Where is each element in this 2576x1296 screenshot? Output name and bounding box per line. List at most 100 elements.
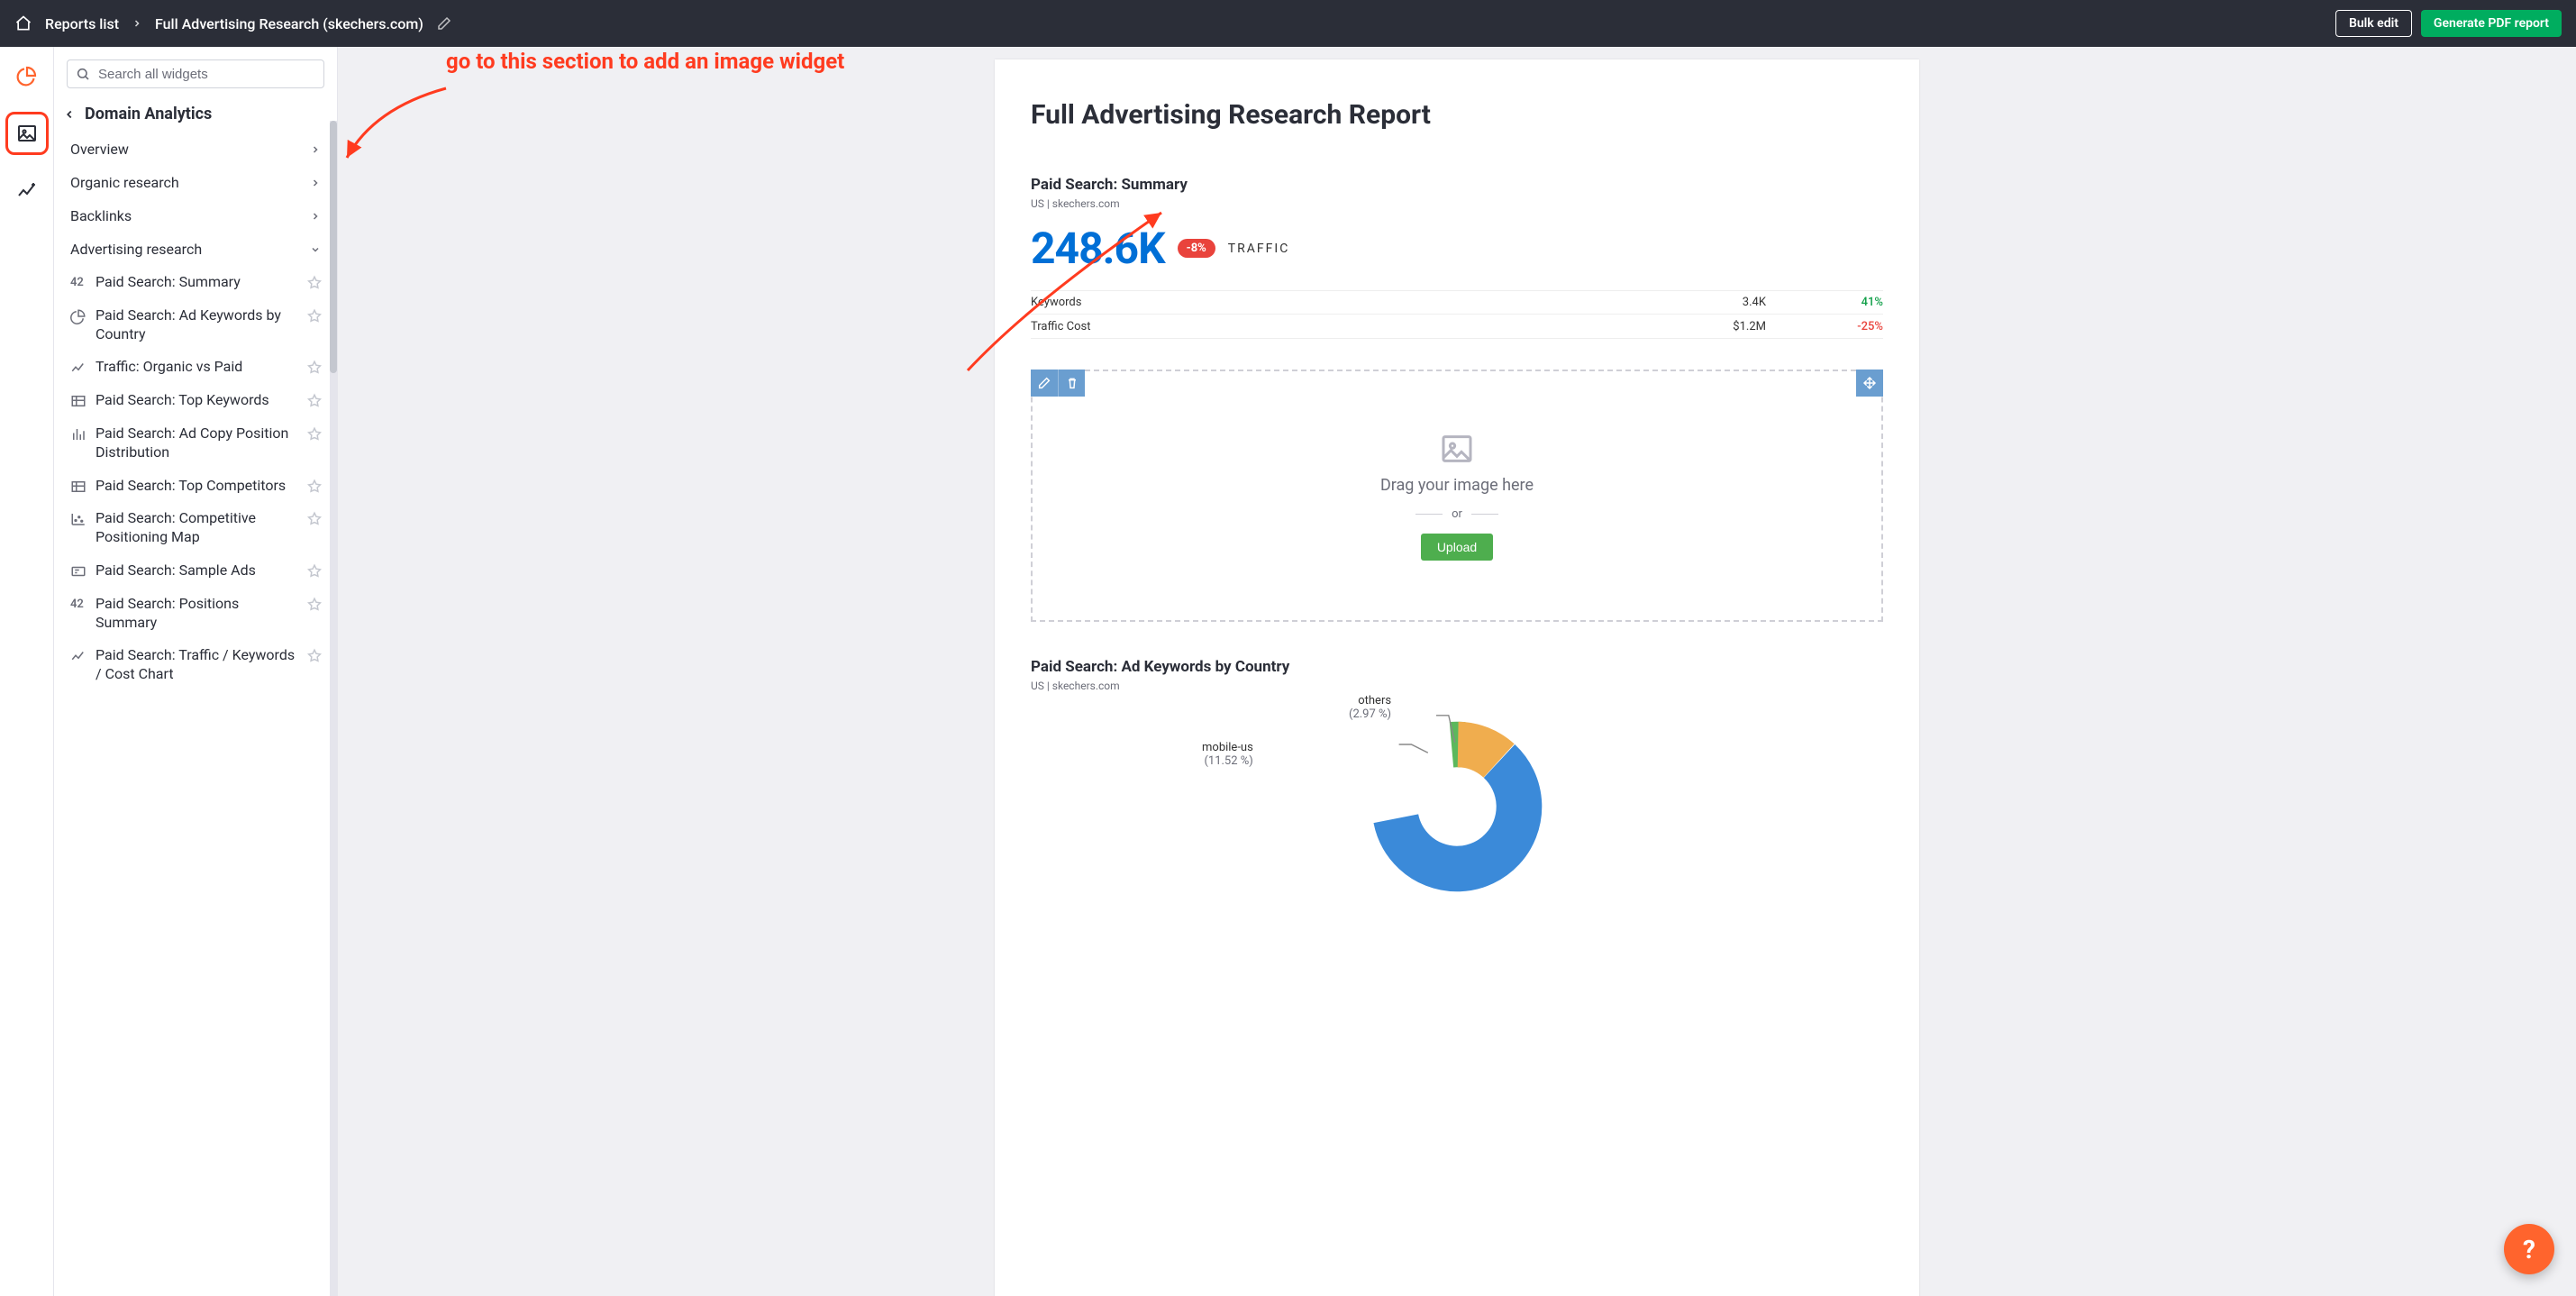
left-rail [0, 47, 54, 1296]
upload-button[interactable]: Upload [1421, 534, 1493, 561]
widget-ad-keywords-by-country: Paid Search: Ad Keywords by Country US |… [1031, 658, 1883, 910]
add-chart-tab-icon[interactable] [11, 175, 43, 207]
star-icon[interactable] [306, 479, 323, 495]
widget-subtitle: US | skechers.com [1031, 680, 1883, 692]
search-input[interactable] [67, 59, 324, 88]
pie-icon [70, 308, 86, 324]
table-icon [70, 393, 86, 409]
widget-title: Paid Search: Summary [1031, 176, 1883, 194]
help-button[interactable]: ? [2504, 1224, 2554, 1274]
group-label: Backlinks [70, 207, 132, 224]
bulk-edit-button[interactable]: Bulk edit [2335, 10, 2412, 37]
sidebar-item-ad-keywords-country[interactable]: Paid Search: Ad Keywords by Country [59, 299, 332, 351]
sidebar-item-top-competitors[interactable]: Paid Search: Top Competitors [59, 470, 332, 503]
top-bar: Reports list Full Advertising Research (… [0, 0, 2576, 47]
sidebar-group-overview[interactable]: Overview [59, 132, 332, 166]
chevron-right-icon [132, 18, 142, 29]
sidebar-item-organic-vs-paid[interactable]: Traffic: Organic vs Paid [59, 351, 332, 384]
edit-title-icon[interactable] [436, 15, 452, 32]
item-label: Paid Search: Sample Ads [96, 561, 297, 580]
bar-chart-icon [70, 426, 86, 443]
item-label: Paid Search: Summary [96, 273, 297, 292]
breadcrumb: Reports list Full Advertising Research (… [14, 14, 452, 32]
star-icon[interactable] [306, 597, 323, 613]
report-sheet: Full Advertising Research Report Paid Se… [995, 59, 1919, 1296]
chart-labels: others (2.97 %) mobile-us (11.52 %) [1031, 703, 1883, 910]
sidebar-item-positioning-map[interactable]: Paid Search: Competitive Positioning Map [59, 502, 332, 554]
table-icon [70, 479, 86, 495]
widget-sidebar: Domain Analytics Overview Organic resear… [54, 47, 338, 1296]
group-label: Organic research [70, 174, 179, 191]
sidebar-group-advertising[interactable]: Advertising research [59, 233, 332, 266]
sidebar-item-ad-copy-position[interactable]: Paid Search: Ad Copy Position Distributi… [59, 417, 332, 470]
sidebar-item-top-keywords[interactable]: Paid Search: Top Keywords [59, 384, 332, 417]
sidebar-section-title: Domain Analytics [85, 105, 212, 123]
sidebar-item-positions-summary[interactable]: 42 Paid Search: Positions Summary [59, 588, 332, 640]
chart-label-others: others (2.97 %) [1349, 694, 1391, 721]
sidebar-scrollbar-thumb[interactable] [330, 121, 337, 373]
scatter-icon [70, 511, 86, 527]
star-icon[interactable] [306, 308, 323, 324]
star-icon[interactable] [306, 275, 323, 291]
item-label: Paid Search: Traffic / Keywords / Cost C… [96, 646, 297, 684]
sidebar-item-traffic-cost-chart[interactable]: Paid Search: Traffic / Keywords / Cost C… [59, 639, 332, 691]
breadcrumb-current: Full Advertising Research (skechers.com) [155, 15, 423, 32]
generate-pdf-button[interactable]: Generate PDF report [2421, 10, 2562, 37]
image-placeholder-icon [1437, 431, 1477, 467]
chevron-right-icon [310, 144, 321, 155]
sidebar-section-header: Domain Analytics [54, 96, 337, 132]
number-icon: 42 [70, 276, 86, 290]
item-label: Paid Search: Ad Copy Position Distributi… [96, 424, 297, 462]
summary-metric-label: TRAFFIC [1228, 242, 1290, 256]
item-label: Traffic: Organic vs Paid [96, 358, 297, 377]
row-value: 3.4K [1730, 296, 1766, 309]
chevron-right-icon [310, 178, 321, 188]
sidebar-item-sample-ads[interactable]: Paid Search: Sample Ads [59, 554, 332, 588]
breadcrumb-root[interactable]: Reports list [45, 15, 119, 32]
line-chart-icon [70, 648, 86, 664]
item-label: Paid Search: Competitive Positioning Map [96, 509, 297, 547]
search-widgets [67, 59, 324, 88]
widgets-tab-icon[interactable] [11, 59, 43, 92]
row-change: 41% [1847, 296, 1883, 309]
item-label: Paid Search: Top Competitors [96, 477, 297, 496]
star-icon[interactable] [306, 426, 323, 443]
sidebar-group-backlinks[interactable]: Backlinks [59, 199, 332, 233]
item-label: Paid Search: Top Keywords [96, 391, 297, 410]
image-widget-placeholder[interactable]: Drag your image here or Upload [1031, 370, 1883, 622]
move-widget-handle[interactable] [1856, 370, 1883, 397]
report-title: Full Advertising Research Report [1031, 99, 1883, 131]
top-actions: Bulk edit Generate PDF report [2335, 10, 2562, 37]
search-icon [76, 67, 90, 81]
star-icon[interactable] [306, 563, 323, 580]
number-icon: 42 [70, 598, 86, 612]
ad-icon [70, 563, 86, 580]
sidebar-item-paid-summary[interactable]: 42 Paid Search: Summary [59, 266, 332, 299]
annotation-text: go to this section to add an image widge… [446, 49, 844, 74]
item-label: Paid Search: Ad Keywords by Country [96, 306, 297, 344]
sidebar-items: 42 Paid Search: Summary Paid Search: Ad … [59, 266, 332, 691]
line-chart-icon [70, 360, 86, 376]
image-tab-icon[interactable] [5, 112, 49, 155]
home-icon[interactable] [14, 14, 32, 32]
sidebar-group-organic[interactable]: Organic research [59, 166, 332, 199]
or-divider: or [1415, 507, 1498, 521]
star-icon[interactable] [306, 393, 323, 409]
chart-label-mobile-us: mobile-us (11.52 %) [1202, 741, 1253, 768]
star-icon[interactable] [306, 511, 323, 527]
star-icon[interactable] [306, 648, 323, 664]
chevron-down-icon [310, 244, 321, 255]
annotation-arrow2-icon [959, 195, 1184, 384]
item-label: Paid Search: Positions Summary [96, 595, 297, 633]
widget-title: Paid Search: Ad Keywords by Country [1031, 658, 1883, 676]
annotation-arrow-icon [338, 72, 500, 180]
drop-text: Drag your image here [1380, 476, 1534, 495]
chevron-right-icon [310, 211, 321, 222]
row-value: $1.2M [1730, 320, 1766, 333]
row-change: -25% [1847, 320, 1883, 333]
group-label: Advertising research [70, 241, 202, 258]
back-icon[interactable] [63, 108, 76, 121]
report-canvas: go to this section to add an image widge… [338, 47, 2576, 1296]
group-label: Overview [70, 141, 129, 158]
star-icon[interactable] [306, 360, 323, 376]
